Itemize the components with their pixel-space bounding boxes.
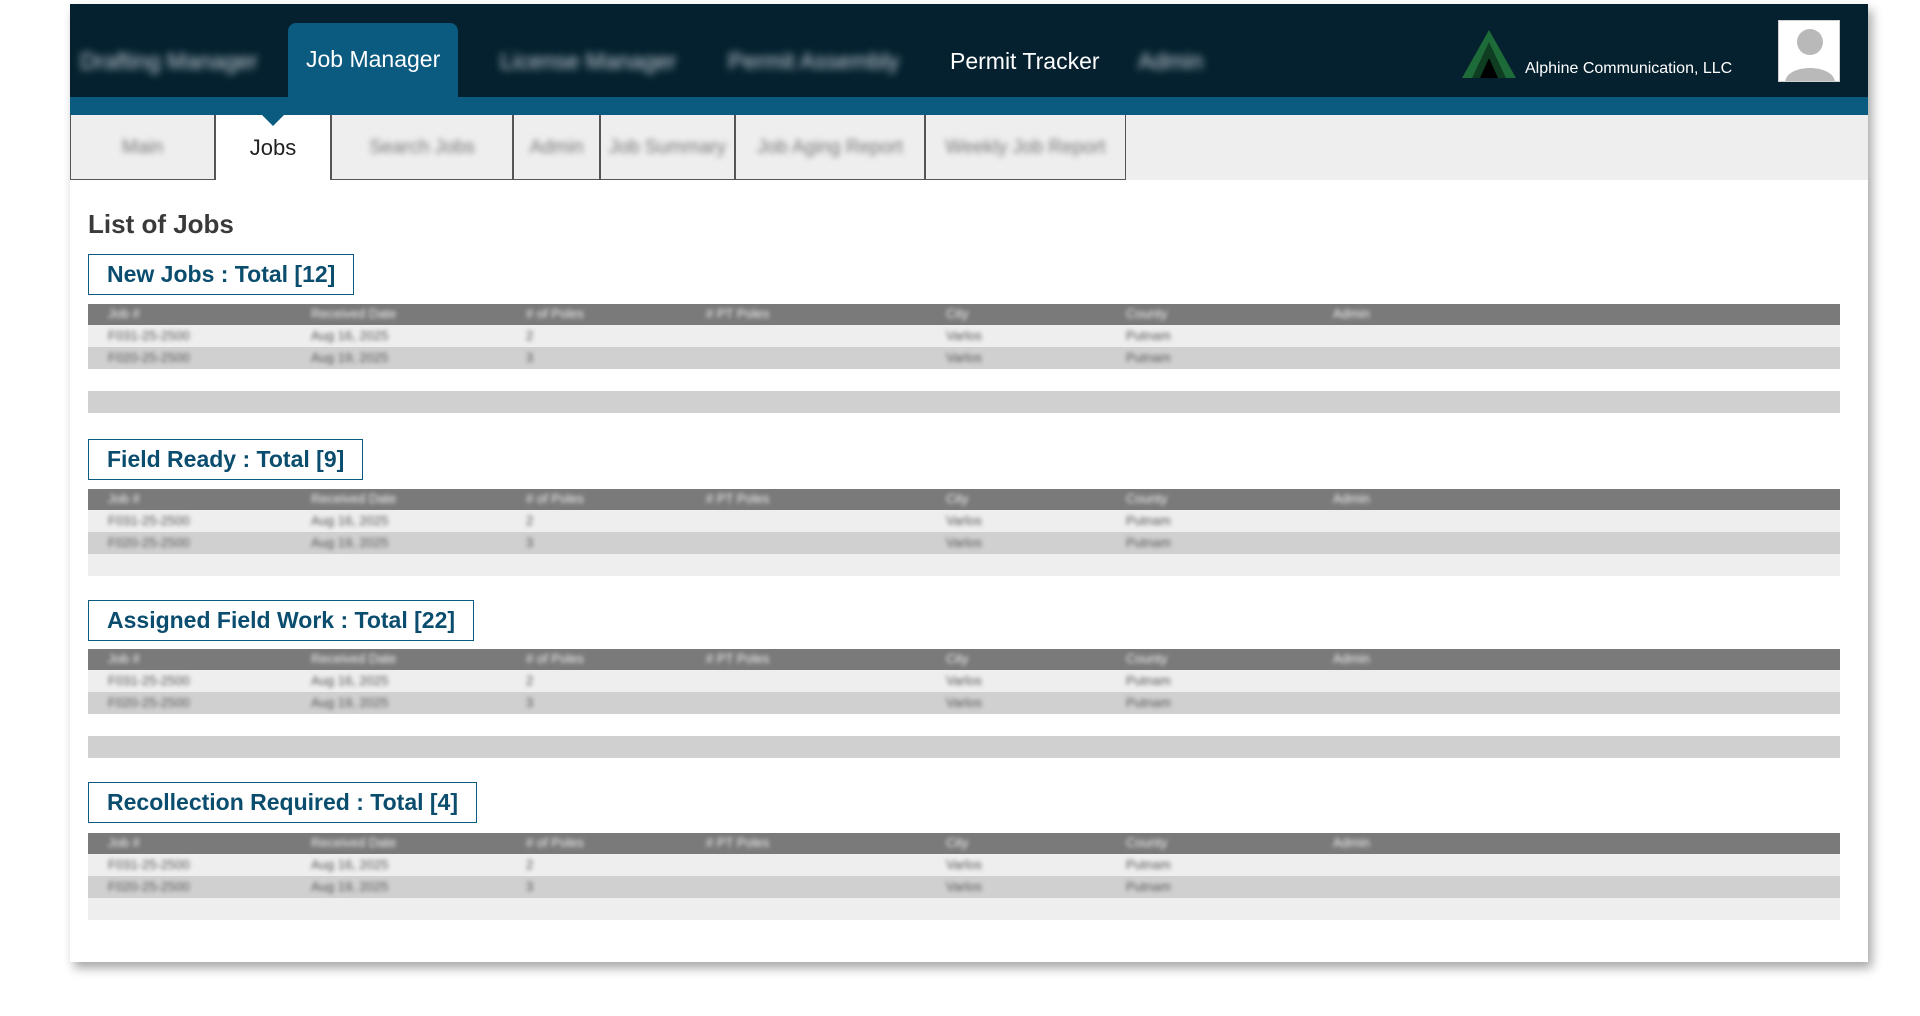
table-row[interactable]: F020-25-2500 Aug 19, 2025 3 Varlos Putna… xyxy=(88,876,1840,898)
section-assigned-field-work-button[interactable]: Assigned Field Work : Total [22] xyxy=(88,600,475,641)
active-tab-pointer-icon xyxy=(261,114,285,126)
nav-drafting-manager[interactable]: Drafting Manager xyxy=(80,26,258,101)
tab-jobs[interactable]: Jobs xyxy=(215,114,331,180)
table-row-empty xyxy=(88,714,1840,736)
table-row[interactable]: F020-25-2500 Aug 19, 2025 3 Varlos Putna… xyxy=(88,692,1840,714)
page-title: List of Jobs xyxy=(88,209,234,239)
tab-main[interactable]: Main xyxy=(70,115,215,180)
nav-license-manager[interactable]: License Manager xyxy=(500,26,676,101)
table-header: Job # Received Date # of Poles # PT Pole… xyxy=(88,489,1840,510)
section-recollection-required-button[interactable]: Recollection Required : Total [4] xyxy=(88,782,477,823)
table-row-empty xyxy=(88,391,1840,413)
table-row-empty xyxy=(88,554,1840,576)
table-row[interactable]: F031-25-2500 Aug 16, 2025 2 Varlos Putna… xyxy=(88,510,1840,532)
assigned-field-work-table: Job # Received Date # of Poles # PT Pole… xyxy=(88,649,1840,758)
table-header: Job # Received Date # of Poles # PT Pole… xyxy=(88,833,1840,854)
user-avatar-icon[interactable] xyxy=(1778,20,1840,82)
table-row[interactable]: F020-25-2500 Aug 19, 2025 3 Varlos Putna… xyxy=(88,347,1840,369)
tab-job-aging-report[interactable]: Job Aging Report xyxy=(735,115,925,180)
table-row[interactable]: F031-25-2500 Aug 16, 2025 2 Varlos Putna… xyxy=(88,670,1840,692)
tab-weekly-job-report[interactable]: Weekly Job Report xyxy=(925,115,1126,180)
nav-accent-strip xyxy=(70,97,1868,115)
section-field-ready-button[interactable]: Field Ready : Total [9] xyxy=(88,439,364,480)
table-row[interactable]: F031-25-2500 Aug 16, 2025 2 Varlos Putna… xyxy=(88,854,1840,876)
nav-job-manager[interactable]: Job Manager xyxy=(288,23,459,101)
table-header: Job # Received Date # of Poles # PT Pole… xyxy=(88,649,1840,670)
table-row[interactable]: F031-25-2500 Aug 16, 2025 2 Varlos Putna… xyxy=(88,325,1840,347)
sub-tab-bar: Main Jobs Search Jobs Admin Job Summary … xyxy=(70,114,1868,180)
tab-search-jobs[interactable]: Search Jobs xyxy=(331,115,513,180)
tab-admin[interactable]: Admin xyxy=(513,115,600,180)
new-jobs-table: Job # Received Date # of Poles # PT Pole… xyxy=(88,304,1840,413)
app-window: Drafting Manager Job Manager License Man… xyxy=(70,4,1868,962)
recollection-required-table: Job # Received Date # of Poles # PT Pole… xyxy=(88,833,1840,920)
table-row-empty xyxy=(88,898,1840,920)
mountain-logo-icon xyxy=(1462,30,1516,78)
nav-admin[interactable]: Admin xyxy=(1138,26,1203,101)
nav-permit-assembly[interactable]: Permit Assembly xyxy=(728,26,899,101)
top-nav-bar: Drafting Manager Job Manager License Man… xyxy=(70,4,1868,101)
table-row[interactable]: F020-25-2500 Aug 19, 2025 3 Varlos Putna… xyxy=(88,532,1840,554)
company-name: Alphine Communication, LLC xyxy=(1525,60,1733,77)
table-row-empty xyxy=(88,736,1840,758)
tab-job-summary[interactable]: Job Summary xyxy=(600,115,735,180)
table-header: Job # Received Date # of Poles # PT Pole… xyxy=(88,304,1840,325)
field-ready-table: Job # Received Date # of Poles # PT Pole… xyxy=(88,489,1840,576)
table-row-empty xyxy=(88,369,1840,391)
section-new-jobs-button[interactable]: New Jobs : Total [12] xyxy=(88,254,355,295)
nav-permit-tracker[interactable]: Permit Tracker xyxy=(950,26,1100,101)
